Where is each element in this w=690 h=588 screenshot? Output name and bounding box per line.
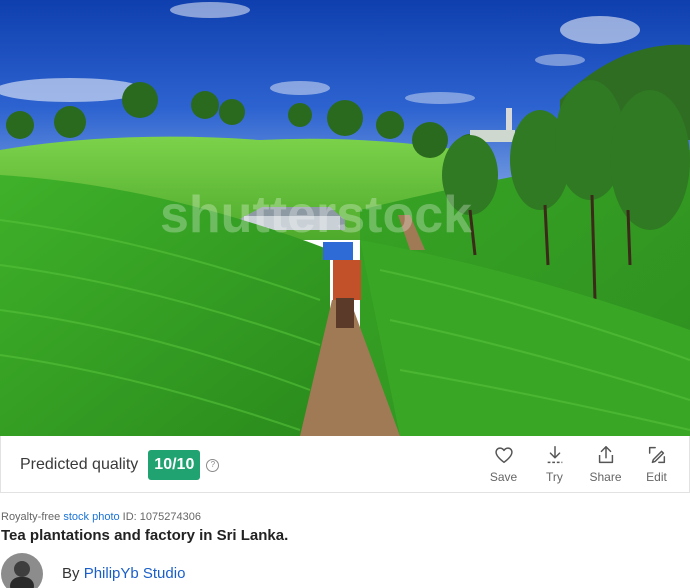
- edit-icon: [648, 446, 665, 464]
- help-icon[interactable]: ?: [206, 458, 220, 472]
- save-label: Save: [489, 470, 518, 484]
- avatar[interactable]: [1, 553, 43, 588]
- try-label: Try: [546, 470, 563, 484]
- main-photo[interactable]: shutterstock: [0, 0, 690, 436]
- edit-label: Edit: [646, 470, 667, 484]
- quality-score-badge: 10/10: [148, 450, 201, 480]
- share-button[interactable]: Share: [580, 444, 631, 484]
- photo-id: ID: 1075274306: [119, 511, 201, 523]
- heart-icon: [494, 447, 513, 464]
- action-buttons: Save Try Share Edit: [478, 444, 682, 484]
- stock-photo-link[interactable]: stock photo: [63, 511, 119, 523]
- photo-meta: Royalty-free stock photo ID: 1075274306: [1, 511, 201, 523]
- by-prefix: By: [62, 565, 84, 582]
- svg-text:shutterstock: shutterstock: [160, 186, 472, 244]
- predicted-quality: Predicted quality 10/10 ?: [20, 450, 220, 480]
- author-byline: By PhilipYb Studio: [62, 565, 185, 582]
- author-row: By PhilipYb Studio: [0, 553, 400, 588]
- edit-button[interactable]: Edit: [631, 444, 682, 484]
- share-label: Share: [589, 470, 622, 484]
- download-icon: [547, 446, 562, 464]
- save-button[interactable]: Save: [478, 444, 529, 484]
- meta-prefix: Royalty-free: [1, 511, 64, 523]
- photo-action-bar: Predicted quality 10/10 ? Save Try Share…: [0, 436, 690, 493]
- stock-photo-page: shutterstock Predicted quality 10/10 ? S…: [0, 0, 690, 588]
- author-link[interactable]: PhilipYb Studio: [84, 565, 186, 582]
- try-button[interactable]: Try: [529, 444, 580, 484]
- quality-label: Predicted quality: [20, 456, 139, 473]
- share-icon: [598, 446, 613, 464]
- photo-title: Tea plantations and factory in Sri Lanka…: [1, 527, 289, 544]
